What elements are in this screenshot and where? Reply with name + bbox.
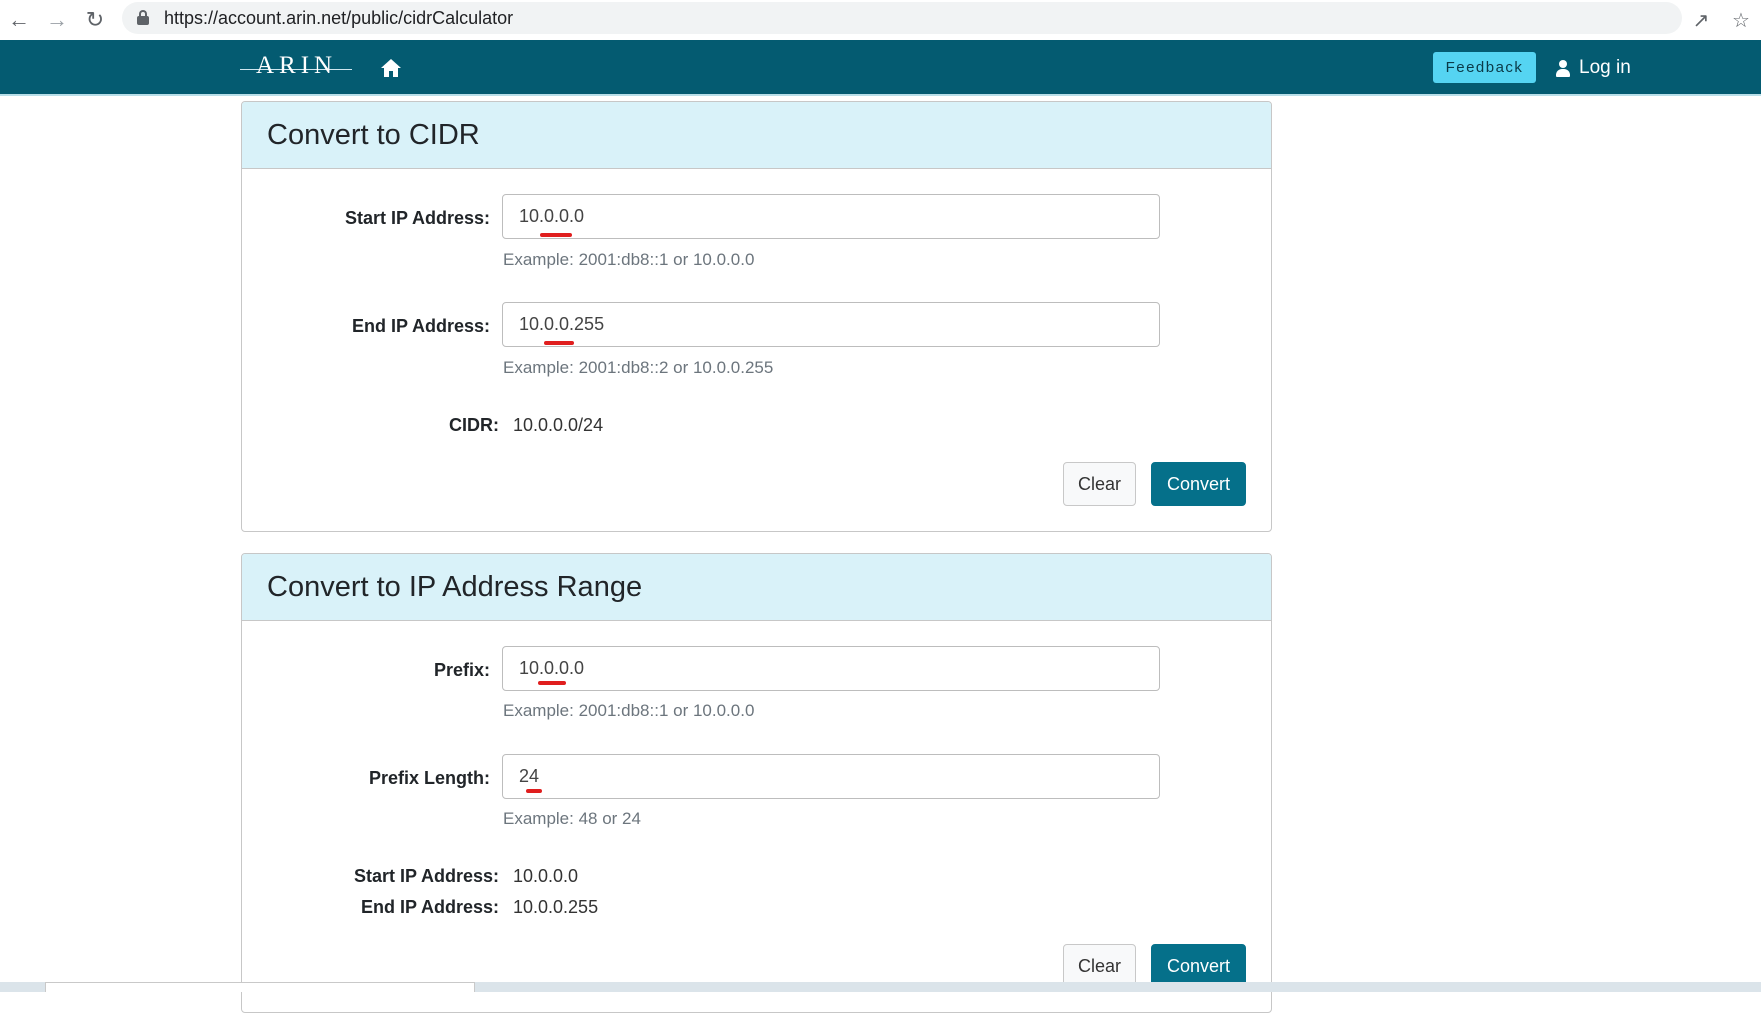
login-link[interactable]: Log in (1556, 54, 1631, 82)
start-ip-input[interactable] (502, 194, 1160, 239)
browser-toolbar: ← → ↻ https://account.arin.net/public/ci… (0, 0, 1761, 40)
url-text: https://account.arin.net/public/cidrCalc… (164, 7, 514, 28)
user-icon (1556, 59, 1570, 77)
annotation-underline (544, 341, 574, 345)
start-ip-example: Example: 2001:db8::1 or 10.0.0.0 (503, 250, 755, 269)
end-ip-result-label: End IP Address: (360, 897, 499, 917)
end-ip-result-value: 10.0.0.255 (513, 897, 599, 917)
prefix-length-label: Prefix Length: (368, 768, 490, 788)
cidr-result-label: CIDR: (449, 415, 499, 435)
share-icon[interactable]: ↗ (1681, 8, 1721, 33)
annotation-underline (538, 681, 566, 685)
lock-icon (136, 10, 150, 26)
address-bar[interactable]: https://account.arin.net/public/cidrCalc… (122, 2, 1682, 34)
annotation-underline (540, 233, 572, 237)
convert-button[interactable]: Convert (1151, 462, 1246, 506)
home-icon[interactable] (380, 58, 402, 78)
bottom-tab (45, 982, 475, 992)
back-arrow-icon[interactable]: ← (0, 0, 38, 40)
card-title: Convert to IP Address Range (267, 570, 643, 603)
start-ip-result-value: 10.0.0.0 (513, 866, 579, 886)
end-ip-example: Example: 2001:db8::2 or 10.0.0.255 (503, 358, 774, 377)
prefix-length-example: Example: 48 or 24 (503, 809, 641, 828)
prefix-length-input[interactable] (502, 754, 1160, 799)
annotation-underline (526, 789, 542, 793)
clear-button[interactable]: Clear (1063, 462, 1136, 506)
end-ip-input[interactable] (502, 302, 1160, 347)
cidr-result-value: 10.0.0.0/24 (513, 415, 604, 435)
card-header: Convert to IP Address Range (242, 554, 1271, 621)
bookmark-star-icon[interactable]: ☆ (1721, 8, 1761, 33)
feedback-button[interactable]: Feedback (1433, 52, 1536, 83)
prefix-label: Prefix: (433, 660, 490, 680)
convert-to-cidr-card: Convert to CIDR Start IP Address: Exampl… (241, 101, 1272, 532)
reload-icon[interactable]: ↻ (76, 0, 114, 40)
login-label: Log in (1579, 57, 1631, 78)
card-title: Convert to CIDR (267, 118, 480, 151)
header-divider (0, 94, 1761, 96)
prefix-example: Example: 2001:db8::1 or 10.0.0.0 (503, 701, 755, 720)
start-ip-label: Start IP Address: (344, 208, 490, 228)
card-header: Convert to CIDR (242, 102, 1271, 169)
end-ip-label: End IP Address: (351, 316, 490, 336)
start-ip-result-label: Start IP Address: (353, 866, 499, 886)
prefix-input[interactable] (502, 646, 1160, 691)
site-header: ARIN Feedback Log in (0, 40, 1761, 94)
forward-arrow-icon[interactable]: → (38, 0, 76, 40)
arin-logo[interactable]: ARIN (240, 52, 352, 82)
convert-to-ip-range-card: Convert to IP Address Range Prefix: Exam… (241, 553, 1272, 1013)
